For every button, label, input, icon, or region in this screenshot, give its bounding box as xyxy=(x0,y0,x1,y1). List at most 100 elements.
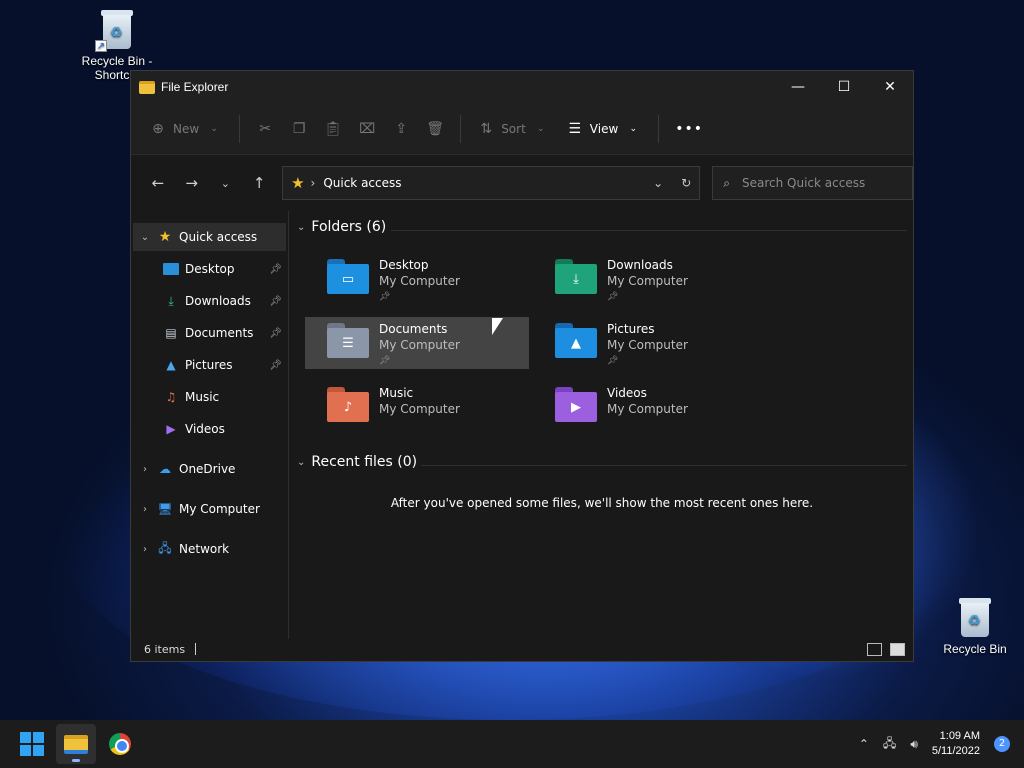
copy-icon: ❐ xyxy=(292,120,306,137)
folder-tile-downloads[interactable]: ⤓ Downloads My Computer 📌︎ xyxy=(533,253,757,305)
view-button[interactable]: ☰ View ⌄ xyxy=(558,113,650,145)
sidebar-item-label: Videos xyxy=(185,422,225,436)
command-bar: ⊕ New ⌄ ✂ ❐ 📋︎ ⌧ ⇪ 🗑︎ ⇅ Sort ⌄ ☰ View ⌄ … xyxy=(131,103,913,155)
sidebar-item-music[interactable]: ♫ Music xyxy=(133,383,286,411)
folder-tile-music[interactable]: ♪ Music My Computer xyxy=(305,381,529,433)
recycle-bin-icon: ♻ ↗ xyxy=(95,10,135,52)
pin-icon: 📌︎ xyxy=(269,327,282,339)
chevron-right-icon[interactable]: › xyxy=(133,464,157,475)
back-button[interactable]: ← xyxy=(141,168,175,198)
group-divider xyxy=(391,230,907,231)
notification-badge[interactable]: 2 xyxy=(994,736,1010,752)
chevron-up-icon[interactable]: ⌃ xyxy=(859,737,869,751)
sort-button[interactable]: ⇅ Sort ⌄ xyxy=(469,113,558,145)
recent-empty-message: After you've opened some files, we'll sh… xyxy=(390,496,814,510)
folder-tile-videos[interactable]: ▶ Videos My Computer xyxy=(533,381,757,433)
address-bar[interactable]: ★ › Quick access ⌄ ↻ xyxy=(282,166,701,200)
star-icon: ★ xyxy=(291,174,305,192)
sidebar-item-pictures[interactable]: ▲ Pictures 📌︎ xyxy=(133,351,286,379)
chevron-down-icon[interactable]: ⌄ xyxy=(297,457,305,468)
chevron-down-icon[interactable]: ⌄ xyxy=(133,232,157,243)
sidebar-item-desktop[interactable]: Desktop 📌︎ xyxy=(133,255,286,283)
chevron-right-icon[interactable]: › xyxy=(133,544,157,555)
folder-tile-desktop[interactable]: ▭ Desktop My Computer 📌︎ xyxy=(305,253,529,305)
navigation-pane: ⌄ ★ Quick access Desktop 📌︎ ⤓ Downloads … xyxy=(131,211,289,639)
sidebar-item-videos[interactable]: ▶ Videos xyxy=(133,415,286,443)
folder-icon xyxy=(139,80,155,94)
sidebar-item-label: Documents xyxy=(185,326,254,340)
folder-videos-icon: ▶ xyxy=(555,387,601,427)
folder-icon xyxy=(64,734,88,754)
taskbar-file-explorer[interactable] xyxy=(56,724,96,764)
sort-icon: ⇅ xyxy=(480,120,493,137)
start-button[interactable] xyxy=(12,724,52,764)
recent-group-header[interactable]: ⌄ Recent files (0) xyxy=(297,454,417,470)
cloud-icon: ☁ xyxy=(159,462,171,476)
delete-button[interactable]: 🗑︎ xyxy=(418,113,452,145)
clock-time: 1:09 AM xyxy=(939,730,980,742)
file-explorer-window: File Explorer — ☐ ✕ ⊕ New ⌄ ✂ ❐ 📋︎ ⌧ ⇪ 🗑… xyxy=(130,70,914,662)
recent-locations-button[interactable]: ⌄ xyxy=(209,168,243,198)
folder-tile-pictures[interactable]: ▲ Pictures My Computer 📌︎ xyxy=(533,317,757,369)
chevron-down-icon: ⌄ xyxy=(210,123,218,134)
tiles-view-icon[interactable] xyxy=(890,642,905,656)
address-dropdown-icon[interactable]: ⌄ xyxy=(653,176,663,190)
up-button[interactable]: ↑ xyxy=(242,168,276,198)
folders-group-header[interactable]: ⌄ Folders (6) xyxy=(297,219,386,235)
copy-button[interactable]: ❐ xyxy=(282,113,316,145)
toolbar-divider xyxy=(460,114,462,143)
new-button[interactable]: ⊕ New ⌄ xyxy=(141,113,231,145)
pin-icon: 📌︎ xyxy=(379,292,391,302)
minimize-button[interactable]: — xyxy=(775,71,821,103)
picture-icon: ▲ xyxy=(166,358,176,372)
sidebar-item-network[interactable]: › 🖧︎ Network xyxy=(133,535,286,563)
sidebar-item-label: Music xyxy=(185,390,220,404)
network-icon[interactable]: 🖧︎ xyxy=(883,734,896,755)
desktop-icon-recycle-bin[interactable]: ♻ Recycle Bin xyxy=(935,598,1015,656)
details-view-icon[interactable] xyxy=(867,642,882,656)
more-options-button[interactable]: ••• xyxy=(667,113,711,145)
chevron-down-icon[interactable]: ⌄ xyxy=(297,222,305,233)
search-box[interactable]: ⌕ Search Quick access xyxy=(712,166,914,200)
star-icon: ★ xyxy=(158,229,172,245)
chevron-right-icon[interactable]: › xyxy=(133,504,157,515)
refresh-icon[interactable]: ↻ xyxy=(681,176,691,190)
new-label: New xyxy=(173,121,200,136)
mouse-cursor-icon xyxy=(492,318,503,335)
address-text: Quick access xyxy=(323,176,402,190)
maximize-button[interactable]: ☐ xyxy=(821,71,867,103)
folder-documents-icon: ☰ xyxy=(327,323,373,363)
search-icon: ⌕ xyxy=(723,175,730,190)
download-icon: ⤓ xyxy=(168,293,174,308)
cut-button[interactable]: ✂ xyxy=(248,113,282,145)
sidebar-item-label: Pictures xyxy=(185,358,233,372)
pin-icon: 📌︎ xyxy=(269,295,282,307)
document-icon: ▤ xyxy=(165,326,177,340)
folder-location: My Computer xyxy=(607,338,688,352)
status-divider xyxy=(195,643,197,655)
taskbar-chrome[interactable] xyxy=(100,724,140,764)
share-button[interactable]: ⇪ xyxy=(384,113,418,145)
clock[interactable]: 1:09 AM 5/11/2022 xyxy=(932,729,980,759)
folder-location: My Computer xyxy=(607,402,688,416)
search-placeholder: Search Quick access xyxy=(742,176,866,190)
title-bar[interactable]: File Explorer — ☐ ✕ xyxy=(131,71,913,103)
close-button[interactable]: ✕ xyxy=(867,71,913,103)
volume-icon[interactable]: 🔊︎ xyxy=(910,737,918,752)
music-icon: ♫ xyxy=(165,390,177,404)
sidebar-item-onedrive[interactable]: › ☁ OneDrive xyxy=(133,455,286,483)
folder-location: My Computer xyxy=(607,274,688,288)
sidebar-item-documents[interactable]: ▤ Documents 📌︎ xyxy=(133,319,286,347)
folder-name: Music xyxy=(379,386,414,400)
system-tray: ⌃ 🖧︎ 🔊︎ 1:09 AM 5/11/2022 2 xyxy=(859,729,1024,759)
sidebar-item-quick-access[interactable]: ⌄ ★ Quick access xyxy=(133,223,286,251)
rename-button[interactable]: ⌧ xyxy=(350,113,384,145)
sidebar-item-downloads[interactable]: ⤓ Downloads 📌︎ xyxy=(133,287,286,315)
sidebar-item-my-computer[interactable]: › 🖥︎ My Computer xyxy=(133,495,286,523)
sidebar-item-label: Quick access xyxy=(179,230,258,244)
paste-button[interactable]: 📋︎ xyxy=(316,113,350,145)
sort-label: Sort xyxy=(501,121,526,136)
forward-button[interactable]: → xyxy=(175,168,209,198)
chevron-down-icon: ⌄ xyxy=(629,123,638,134)
folder-location: My Computer xyxy=(379,402,460,416)
